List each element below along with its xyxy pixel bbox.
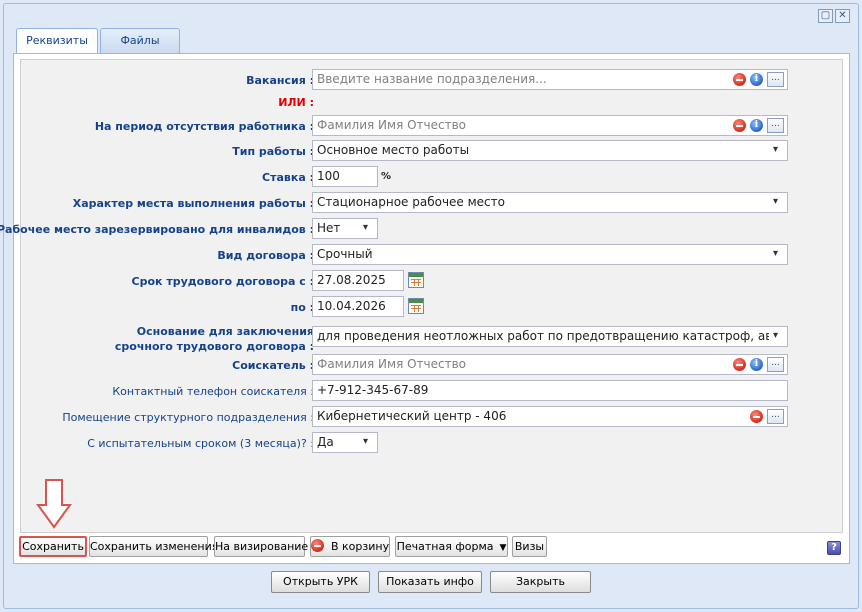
applicant-placeholder: Фамилия Имя Отчество bbox=[317, 357, 467, 371]
fixed-term-basis-label-line2: срочного трудового договора : bbox=[114, 340, 314, 353]
or-label: ИЛИ : bbox=[278, 96, 314, 109]
save-button[interactable]: Сохранить bbox=[19, 536, 87, 557]
show-info-button[interactable]: Показать инфо bbox=[378, 571, 482, 593]
absence-period-label: На период отсутствия работника : bbox=[94, 120, 314, 133]
chevron-down-icon: ▾ bbox=[773, 248, 779, 259]
contract-to-value: 10.04.2026 bbox=[317, 299, 386, 313]
open-urk-button[interactable]: Открыть УРК bbox=[271, 571, 370, 593]
help-icon[interactable]: ? bbox=[827, 541, 841, 555]
close-button[interactable]: Закрыть bbox=[490, 571, 591, 593]
remove-icon[interactable] bbox=[750, 410, 763, 423]
rate-input[interactable]: 100 bbox=[312, 166, 378, 187]
requisites-panel: Вакансия : Введите название подразделени… bbox=[0, 53, 850, 564]
fixed-term-basis-label-line1: Основание для заключения bbox=[136, 325, 314, 338]
info-icon[interactable]: i bbox=[750, 358, 763, 371]
remove-icon bbox=[311, 539, 324, 552]
ellipsis-button[interactable]: ... bbox=[767, 409, 784, 424]
vacancy-icons: i ... bbox=[733, 72, 784, 87]
calendar-icon[interactable] bbox=[408, 298, 424, 314]
form-area: Вакансия : Введите название подразделени… bbox=[0, 59, 843, 533]
reserved-disabled-label: Рабочее место зарезервировано для инвали… bbox=[0, 223, 314, 236]
applicant-phone-label: Контактный телефон соискателя : bbox=[112, 385, 314, 398]
annotation-arrow-icon bbox=[36, 479, 72, 529]
applicant-input[interactable]: Фамилия Имя Отчество i ... bbox=[312, 354, 788, 375]
applicant-phone-input[interactable]: +7-912-345-67-89 bbox=[312, 380, 788, 401]
contract-to-label: по : bbox=[290, 301, 314, 314]
to-trash-label: В корзину bbox=[331, 540, 390, 553]
fixed-term-basis-select[interactable]: для проведения неотложных работ по предо… bbox=[312, 326, 788, 347]
caret-down-icon: ▼ bbox=[499, 543, 507, 553]
save-changes-button[interactable]: Сохранить изменения bbox=[89, 536, 218, 557]
applicant-icons: i ... bbox=[733, 357, 784, 372]
ellipsis-button[interactable]: ... bbox=[767, 118, 784, 133]
rate-unit: % bbox=[381, 171, 392, 182]
tab-files[interactable]: Файлы bbox=[100, 28, 180, 53]
ellipsis-button[interactable]: ... bbox=[767, 357, 784, 372]
contract-from-value: 27.08.2025 bbox=[317, 273, 386, 287]
chevron-down-icon: ▾ bbox=[773, 196, 779, 207]
workplace-nature-select[interactable]: Стационарное рабочее место ▾ bbox=[312, 192, 788, 213]
room-value: Кибернетический центр - 406 bbox=[317, 409, 507, 423]
absence-period-icons: i ... bbox=[733, 118, 784, 133]
contract-type-label: Вид договора : bbox=[217, 249, 314, 262]
window-tools: ▢ ✕ bbox=[818, 9, 850, 23]
remove-icon[interactable] bbox=[733, 119, 746, 132]
maximize-icon[interactable]: ▢ bbox=[818, 9, 833, 23]
contract-type-value: Срочный bbox=[317, 247, 373, 261]
contract-from-input[interactable]: 27.08.2025 bbox=[312, 270, 404, 291]
visas-button[interactable]: Визы bbox=[512, 536, 547, 557]
fixed-term-basis-label: Основание для заключения срочного трудов… bbox=[115, 324, 314, 354]
room-label: Помещение структурного подразделения : bbox=[62, 411, 314, 424]
print-form-label: Печатная форма bbox=[396, 540, 494, 553]
probation-label: С испытательным сроком (3 месяца)? : bbox=[87, 437, 314, 450]
applicant-phone-value: +7-912-345-67-89 bbox=[317, 383, 429, 397]
remove-icon[interactable] bbox=[733, 358, 746, 371]
chevron-down-icon: ▾ bbox=[363, 436, 369, 447]
vacancy-label: Вакансия : bbox=[246, 74, 314, 87]
workplace-nature-value: Стационарное рабочее место bbox=[317, 195, 505, 209]
absence-period-placeholder: Фамилия Имя Отчество bbox=[317, 118, 467, 132]
contract-type-select[interactable]: Срочный ▾ bbox=[312, 244, 788, 265]
rate-label: Ставка : bbox=[262, 171, 314, 184]
remove-icon[interactable] bbox=[733, 73, 746, 86]
room-input[interactable]: Кибернетический центр - 406 ... bbox=[312, 406, 788, 427]
contract-to-input[interactable]: 10.04.2026 bbox=[312, 296, 404, 317]
vacancy-input[interactable]: Введите название подразделения... i ... bbox=[312, 69, 788, 90]
rate-value: 100 bbox=[317, 169, 340, 183]
work-type-select[interactable]: Основное место работы ▾ bbox=[312, 140, 788, 161]
reserved-disabled-select[interactable]: Нет ▾ bbox=[312, 218, 378, 239]
probation-select[interactable]: Да ▾ bbox=[312, 432, 378, 453]
form-toolbar: Сохранить Сохранить изменения На визиров… bbox=[14, 536, 849, 564]
info-icon[interactable]: i bbox=[750, 73, 763, 86]
absence-period-input[interactable]: Фамилия Имя Отчество i ... bbox=[312, 115, 788, 136]
print-form-button[interactable]: Печатная форма ▼ bbox=[395, 536, 508, 557]
tab-bar: Реквизиты Файлы bbox=[16, 28, 180, 54]
tab-requisites[interactable]: Реквизиты bbox=[16, 28, 98, 54]
room-icons: ... bbox=[750, 409, 784, 424]
work-type-value: Основное место работы bbox=[317, 143, 470, 157]
close-window-icon[interactable]: ✕ bbox=[835, 9, 850, 23]
calendar-icon[interactable] bbox=[408, 272, 424, 288]
to-approval-button[interactable]: На визирование bbox=[214, 536, 308, 557]
fixed-term-basis-value: для проведения неотложных работ по предо… bbox=[317, 329, 769, 343]
contract-from-label: Срок трудового договора с : bbox=[131, 275, 314, 288]
chevron-down-icon: ▾ bbox=[773, 331, 783, 341]
to-trash-button[interactable]: В корзину bbox=[310, 536, 390, 557]
applicant-label: Соискатель : bbox=[232, 359, 314, 372]
ellipsis-button[interactable]: ... bbox=[767, 72, 784, 87]
vacancy-placeholder: Введите название подразделения... bbox=[317, 72, 547, 86]
workplace-nature-label: Характер места выполнения работы : bbox=[72, 197, 314, 210]
chevron-down-icon: ▾ bbox=[773, 144, 779, 155]
info-icon[interactable]: i bbox=[750, 119, 763, 132]
chevron-down-icon: ▾ bbox=[363, 222, 369, 233]
work-type-label: Тип работы : bbox=[232, 145, 314, 158]
